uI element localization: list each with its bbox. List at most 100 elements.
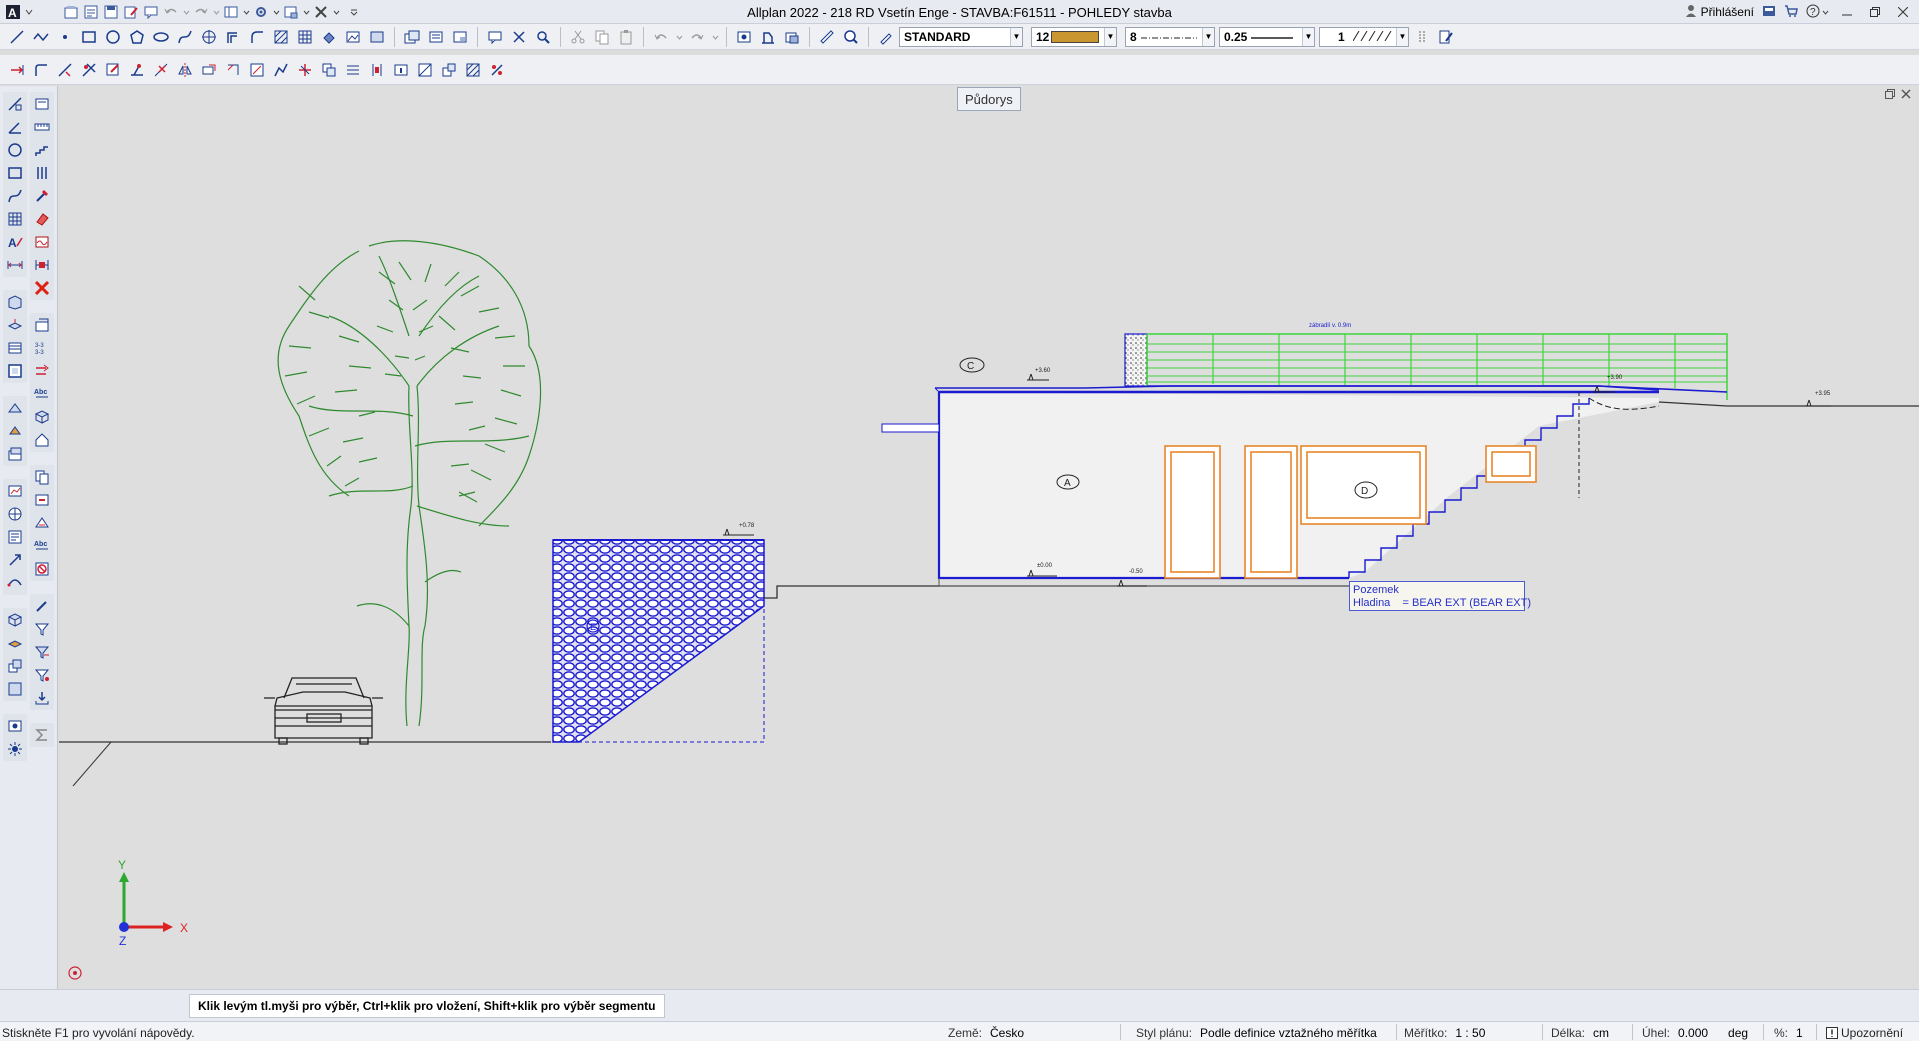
angle-value[interactable]: 0.000: [1678, 1026, 1708, 1040]
close-icon[interactable]: [1901, 89, 1911, 102]
section-icon[interactable]: [781, 26, 803, 48]
chevron-down-icon[interactable]: [1822, 5, 1829, 19]
scale-icon[interactable]: [246, 59, 268, 81]
restore-icon[interactable]: [1865, 2, 1885, 22]
point-icon[interactable]: [54, 26, 76, 48]
spline-tool-icon[interactable]: [5, 186, 25, 206]
room-tool-icon[interactable]: [5, 338, 25, 358]
hatch-tool-icon[interactable]: [5, 209, 25, 229]
door-2[interactable]: [1244, 445, 1298, 579]
copy-move-icon[interactable]: [318, 59, 340, 81]
trim-icon[interactable]: [78, 59, 100, 81]
line-type-select[interactable]: 8 ▼: [1125, 26, 1215, 47]
cut-icon[interactable]: [567, 26, 589, 48]
elevation-icon[interactable]: [757, 26, 779, 48]
hatch-select[interactable]: 1 ▼: [1319, 26, 1409, 47]
wall-tool-icon[interactable]: [5, 292, 25, 312]
window-tool-icon[interactable]: [32, 315, 52, 335]
scale-value[interactable]: 1 : 50: [1455, 1026, 1485, 1040]
circle-tool-icon[interactable]: [5, 140, 25, 160]
cart-icon[interactable]: [1784, 4, 1798, 21]
element-info-icon[interactable]: [390, 59, 412, 81]
tab-pudorys[interactable]: Půdorys: [957, 87, 1021, 111]
group-tool-icon[interactable]: [5, 656, 25, 676]
modify-icon[interactable]: [102, 59, 124, 81]
text-label-icon[interactable]: Abc: [32, 536, 52, 556]
corner-icon[interactable]: [30, 59, 52, 81]
line-icon[interactable]: [6, 26, 28, 48]
symbol-tool-icon[interactable]: [32, 513, 52, 533]
wave-tool-icon[interactable]: [32, 232, 52, 252]
ruler-tool-icon[interactable]: [32, 117, 52, 137]
close-icon[interactable]: [1893, 2, 1913, 22]
layer-visibility-icon[interactable]: [425, 26, 447, 48]
array-icon[interactable]: [270, 59, 292, 81]
place-tool-icon[interactable]: [32, 490, 52, 510]
sun-tool-icon[interactable]: [5, 739, 25, 759]
rotate-icon[interactable]: [222, 59, 244, 81]
attribute-icon[interactable]: [486, 59, 508, 81]
polyline-icon[interactable]: [30, 26, 52, 48]
view-settings-icon[interactable]: [5, 716, 25, 736]
crosshair-icon[interactable]: [198, 26, 220, 48]
image-icon[interactable]: [342, 26, 364, 48]
layer-tool-icon[interactable]: [5, 444, 25, 464]
copy-tool-icon[interactable]: [32, 467, 52, 487]
grid-icon[interactable]: [294, 26, 316, 48]
block-tool-icon[interactable]: [5, 679, 25, 699]
library-tool-icon[interactable]: [5, 633, 25, 653]
dimension-modify-icon[interactable]: [32, 255, 52, 275]
login-link[interactable]: Přihlášení: [1701, 5, 1754, 19]
funnel-tool-icon[interactable]: [32, 642, 52, 662]
transform-icon[interactable]: [414, 59, 436, 81]
find-icon[interactable]: [840, 26, 862, 48]
select-tool-icon[interactable]: [32, 94, 52, 114]
polygon-icon[interactable]: [126, 26, 148, 48]
minimize-icon[interactable]: [1837, 2, 1857, 22]
pen-style-select[interactable]: STANDARD ▼: [899, 26, 1023, 47]
delete-segment-icon[interactable]: [150, 59, 172, 81]
mirror-icon[interactable]: [174, 59, 196, 81]
ellipse-icon[interactable]: [150, 26, 172, 48]
angle-tool-icon[interactable]: [5, 117, 25, 137]
hatch-modify-icon[interactable]: [462, 59, 484, 81]
pen-icon[interactable]: [875, 26, 897, 48]
slab-tool-icon[interactable]: [5, 315, 25, 335]
copy-along-tool-icon[interactable]: [32, 361, 52, 381]
house-elevation[interactable]: A D C: [881, 357, 1660, 587]
region-icon[interactable]: [366, 26, 388, 48]
export-tool-icon[interactable]: [5, 550, 25, 570]
layer-select-icon[interactable]: [401, 26, 423, 48]
delete-element-icon[interactable]: [508, 26, 530, 48]
house-tool-icon[interactable]: [32, 430, 52, 450]
layer-print-icon[interactable]: [449, 26, 471, 48]
plan-style-value[interactable]: Podle definice vztažného měřítka: [1200, 1026, 1377, 1040]
chevron-down-icon[interactable]: ▼: [1396, 27, 1408, 46]
component-tool-icon[interactable]: [5, 610, 25, 630]
report-tool-icon[interactable]: [5, 527, 25, 547]
view-icon[interactable]: [733, 26, 755, 48]
window-d[interactable]: [1300, 445, 1427, 525]
length-unit[interactable]: cm: [1593, 1026, 1609, 1040]
opening-tool-icon[interactable]: [5, 361, 25, 381]
no-entry-tool-icon[interactable]: [32, 559, 52, 579]
percent-value[interactable]: 1: [1796, 1026, 1803, 1040]
download-tool-icon[interactable]: [32, 688, 52, 708]
undo-icon[interactable]: [650, 26, 672, 48]
align-icon[interactable]: [342, 59, 364, 81]
stretch-icon[interactable]: [198, 59, 220, 81]
label-tool-icon[interactable]: Abc: [32, 384, 52, 404]
comment-bubble-icon[interactable]: [484, 26, 506, 48]
pen-properties-icon[interactable]: [1411, 26, 1433, 48]
status-warnings[interactable]: Upozornění: [1826, 1026, 1903, 1041]
paste-icon[interactable]: [615, 26, 637, 48]
object-tool-icon[interactable]: [5, 398, 25, 418]
delete-tool-icon[interactable]: [32, 278, 52, 298]
split-icon[interactable]: [126, 59, 148, 81]
copy-icon[interactable]: [591, 26, 613, 48]
snap-target-icon[interactable]: [68, 966, 82, 980]
analysis-tool-icon[interactable]: [5, 481, 25, 501]
rectangle-tool-icon[interactable]: [5, 163, 25, 183]
help-icon[interactable]: ?: [1806, 4, 1820, 21]
connect-icon[interactable]: [1762, 4, 1776, 21]
